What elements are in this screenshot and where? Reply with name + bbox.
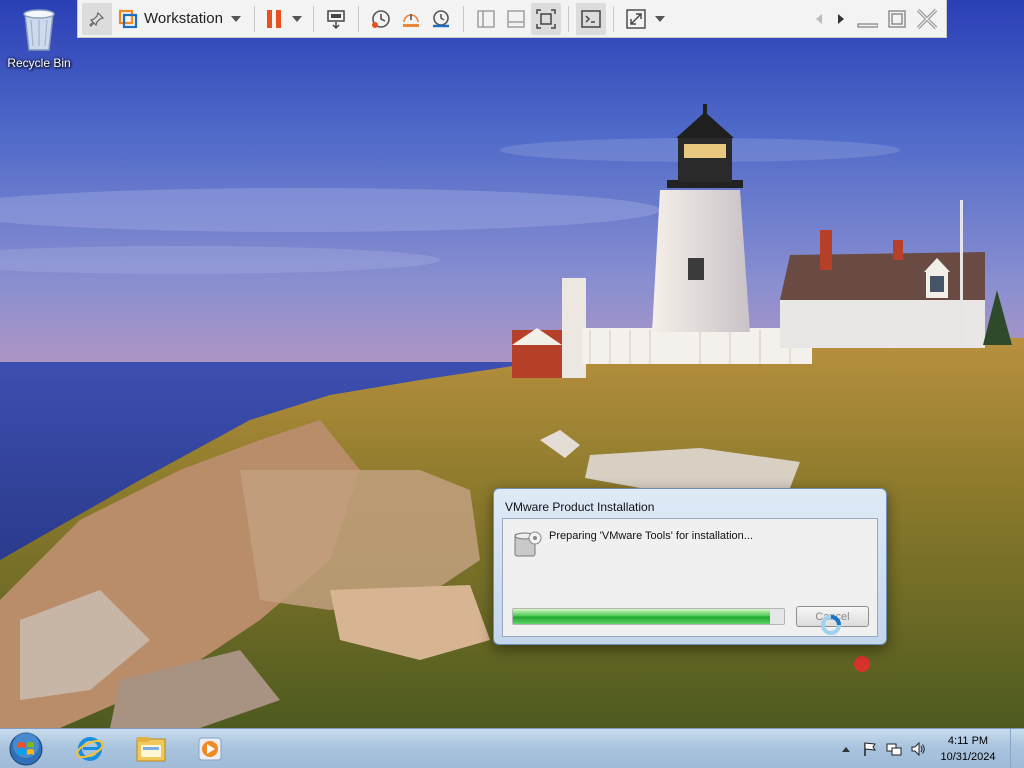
taskbar-app-file-explorer[interactable] xyxy=(125,731,177,767)
action-center-button[interactable] xyxy=(861,740,879,758)
toolbar-separator xyxy=(612,5,614,32)
next-icon xyxy=(838,13,844,24)
taskbar-app-media-player[interactable] xyxy=(184,731,236,767)
show-library-button[interactable] xyxy=(471,3,501,35)
snapshot-manager-button[interactable] xyxy=(426,3,456,35)
internet-explorer-icon xyxy=(76,737,104,761)
close-icon xyxy=(916,8,938,29)
lighthouse-wallpaper-image xyxy=(0,0,1024,728)
show-hidden-icons-icon xyxy=(842,747,850,752)
windows-start-icon xyxy=(9,732,43,766)
thumbnail-bar-icon xyxy=(477,9,495,28)
start-button[interactable] xyxy=(6,731,46,767)
restore-icon xyxy=(888,9,906,28)
console-view-button[interactable] xyxy=(575,2,606,35)
pause-vm-button[interactable] xyxy=(262,3,306,35)
pin-toolbar-button[interactable] xyxy=(82,2,112,35)
chevron-down-icon xyxy=(654,15,665,22)
stretch-guest-button[interactable] xyxy=(621,3,669,35)
desktop-icon-recycle-bin[interactable]: Recycle Bin xyxy=(2,6,76,70)
action-center-flag-icon xyxy=(864,742,877,756)
revert-snapshot-button[interactable] xyxy=(396,3,426,35)
show-thumbnail-bar-button[interactable] xyxy=(501,3,531,35)
revert-snapshot-icon xyxy=(402,13,419,27)
volume-button[interactable] xyxy=(909,740,927,758)
volume-icon xyxy=(911,741,925,757)
busy-cursor-icon xyxy=(820,614,842,636)
file-explorer-icon xyxy=(136,737,166,762)
toolbar-separator xyxy=(357,5,359,32)
installation-progress-bar xyxy=(512,608,785,625)
pin-icon xyxy=(89,11,105,27)
close-button[interactable] xyxy=(912,3,942,35)
dialog-title: VMware Product Installation xyxy=(505,500,655,514)
chevron-down-icon xyxy=(291,15,302,22)
full-screen-button[interactable] xyxy=(530,2,561,35)
toolbar-separator xyxy=(253,5,255,32)
taskbar-app-internet-explorer[interactable] xyxy=(64,731,116,767)
library-icon xyxy=(507,9,525,28)
workstation-logo-icon xyxy=(118,9,138,28)
pause-icon xyxy=(266,9,281,28)
prev-icon xyxy=(816,13,822,24)
notification-area: 4:11 PM 10/31/2024 xyxy=(834,729,1024,768)
media-player-icon xyxy=(198,737,222,761)
restore-button[interactable] xyxy=(882,3,912,35)
clock-date: 10/31/2024 xyxy=(940,751,996,763)
desktop-icon-label: Recycle Bin xyxy=(7,56,71,70)
workstation-menu[interactable]: Workstation xyxy=(112,3,247,35)
send-ctrl-alt-del-button[interactable] xyxy=(321,3,351,35)
snapshot-manager-icon xyxy=(432,9,449,27)
toolbar-separator xyxy=(567,5,569,32)
recycle-bin-icon xyxy=(19,6,59,52)
next-vm-button[interactable] xyxy=(830,3,852,35)
progress-fill xyxy=(513,609,771,624)
show-desktop-button[interactable] xyxy=(1010,729,1024,768)
clock-time: 4:11 PM xyxy=(947,735,989,747)
desktop-wallpaper xyxy=(0,0,1024,768)
dialog-message: Preparing 'VMware Tools' for installatio… xyxy=(549,530,753,542)
fullscreen-icon xyxy=(536,8,556,29)
previous-vm-button[interactable] xyxy=(808,3,830,35)
stretch-icon xyxy=(626,8,646,29)
network-button[interactable] xyxy=(885,740,903,758)
chevron-down-icon xyxy=(230,15,241,22)
toolbar-separator xyxy=(462,5,464,32)
minimize-icon xyxy=(857,22,878,28)
show-hidden-icons-button[interactable] xyxy=(837,740,855,758)
send-ctrl-alt-del-icon xyxy=(327,9,345,29)
take-snapshot-button[interactable] xyxy=(366,3,396,35)
network-icon xyxy=(886,743,902,756)
vmware-toolbar: Workstation xyxy=(77,0,947,38)
toolbar-separator xyxy=(312,5,314,32)
system-clock[interactable]: 4:11 PM 10/31/2024 xyxy=(930,733,1006,765)
snapshot-icon xyxy=(371,9,390,28)
taskbar: 4:11 PM 10/31/2024 xyxy=(0,728,1024,768)
workstation-menu-label: Workstation xyxy=(144,10,223,27)
minimize-button[interactable] xyxy=(852,3,882,35)
console-icon xyxy=(581,9,601,28)
installer-icon xyxy=(511,528,543,560)
